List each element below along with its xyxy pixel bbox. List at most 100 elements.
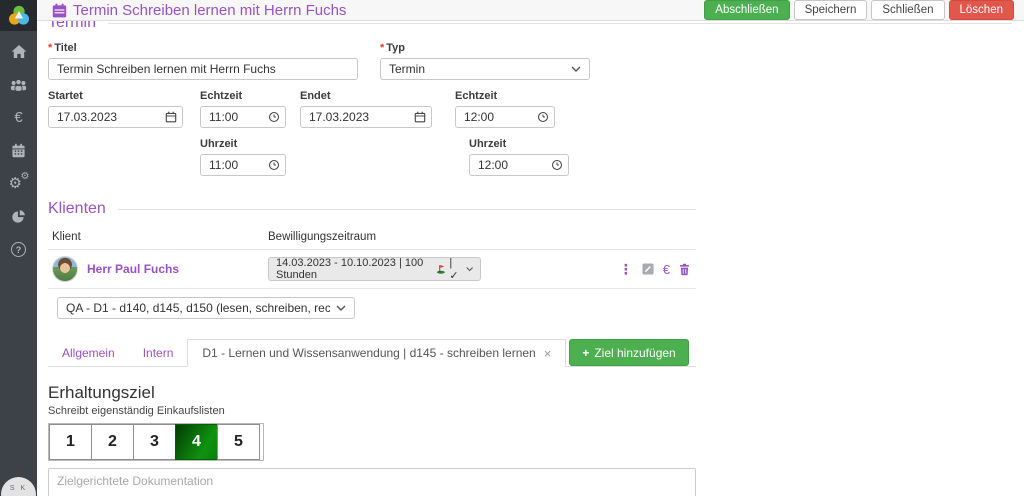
user-initials-badge[interactable]: S K [1,477,36,496]
dokumentation-textarea[interactable] [48,468,696,496]
required-asterisk: * [380,42,384,54]
sidebar-item-reports[interactable] [0,200,37,233]
startet-date-input[interactable] [48,106,183,128]
required-asterisk: * [48,42,52,54]
klienten-table-header: Klient Bewilligungszeitraum [48,224,696,249]
bewilligung-select[interactable]: 14.03.2023 - 10.10.2023 | 100 Stunden | … [268,257,481,281]
save-button[interactable]: Speichern [794,0,868,20]
titel-field-group: *Titel [48,42,358,80]
row-actions: ⋮ € [619,262,692,277]
top-header: Termin Schreiben lernen mit Herrn Fuchs … [37,0,1024,21]
rating-cell-2[interactable]: 2 [91,424,134,460]
content: Termin *Titel *Typ Termin [37,21,1024,496]
bewilligung-column-header: Bewilligungszeitraum [268,231,692,243]
tab-close-icon[interactable]: × [544,346,552,361]
echtzeit-ende-input[interactable] [455,106,555,128]
page-title-wrap: Termin Schreiben lernen mit Herrn Fuchs [52,2,346,19]
euro-icon: € [14,109,22,126]
delete-row-icon[interactable] [679,263,690,276]
sidebar-item-settings[interactable]: ⚙⚙ [0,167,37,200]
sidebar-item-finance[interactable]: € [0,101,37,134]
rating-cell-1[interactable]: 1 [49,424,92,460]
gears-icon: ⚙⚙ [10,176,28,192]
row-menu-icon[interactable]: ⋮ [619,262,633,276]
ziel-subtitle: Schreibt eigenständig Einkaufslisten [48,405,1012,417]
sidebar-item-home[interactable] [0,35,37,68]
help-icon: ? [11,242,26,257]
qa-select[interactable]: QA - D1 - d140, d145, d150 (lesen, schre… [57,297,355,319]
tab-allgemein[interactable]: Allgemein [48,339,129,366]
klient-row: Herr Paul Fuchs 14.03.2023 - 10.10.2023 … [48,249,696,289]
echtzeit-start-group: Echtzeit [200,90,286,128]
uhrzeit-ende-group: Uhrzeit [469,138,569,176]
ziel-section: Erhaltungsziel Schreibt eigenständig Ein… [48,383,1012,496]
titel-input[interactable] [48,58,358,80]
echtzeit-start-input[interactable] [200,106,286,128]
sidebar-item-help[interactable]: ? [0,233,37,266]
main-area: Termin Schreiben lernen mit Herrn Fuchs … [37,0,1024,496]
sidebar-item-calendar[interactable] [0,134,37,167]
app-logo[interactable] [0,0,37,31]
uhrzeit-ende-input[interactable] [469,154,569,176]
uhrzeit-start-label: Uhrzeit [200,138,286,150]
add-ziel-button[interactable]: + Ziel hinzufügen [569,339,688,366]
echtzeit-ende-label: Echtzeit [455,90,555,102]
startet-field-group: Startet [48,90,183,128]
dokumentation-wrap [48,468,696,496]
klienten-section: Klienten Klient Bewilligungszeitraum Her… [48,200,696,319]
sidebar-item-users[interactable] [0,68,37,101]
plus-icon: + [582,346,589,360]
goal-flag-icon [436,263,446,275]
rating-cell-5[interactable]: 5 [217,424,260,460]
uhrzeit-ende-label: Uhrzeit [469,138,569,150]
logo-icon [6,3,32,29]
uhrzeit-start-input[interactable] [200,154,286,176]
client-name-link[interactable]: Herr Paul Fuchs [87,262,179,276]
complete-button[interactable]: Abschließen [704,0,789,20]
rating-cell-4[interactable]: 4 [175,424,218,460]
section-divider [108,23,1012,24]
termin-section: Termin *Titel *Typ Termin [48,14,1012,176]
page-title: Termin Schreiben lernen mit Herrn Fuchs [73,2,346,19]
tab-intern[interactable]: Intern [129,339,188,366]
klienten-heading: Klienten [48,200,696,218]
echtzeit-start-label: Echtzeit [200,90,286,102]
rating-cell-3[interactable]: 3 [133,424,176,460]
app-window: € ⚙⚙ [0,0,1024,496]
title-calendar-icon [52,3,67,18]
chevron-down-icon [571,66,581,72]
typ-label: *Typ [380,42,590,54]
header-actions: Abschließen Speichern Schließen Löschen [704,0,1014,20]
sidebar: € ⚙⚙ [0,0,37,496]
edit-icon[interactable] [642,263,654,275]
rating-group: 1 2 3 4 5 [48,423,264,461]
sidebar-nav: € ⚙⚙ [0,31,37,266]
klienten-table: Klient Bewilligungszeitraum Herr Paul Fu… [48,224,696,289]
endet-date-input[interactable] [300,106,432,128]
uhrzeit-start-group: Uhrzeit [200,138,286,176]
billing-euro-icon[interactable]: € [663,262,670,277]
chevron-down-icon [336,305,346,311]
users-icon [10,78,27,92]
tab-active-goal[interactable]: D1 - Lernen und Wissensanwendung | d145 … [187,339,566,367]
section-divider [118,209,696,210]
chevron-down-icon [466,266,473,272]
startet-label: Startet [48,90,183,102]
pie-chart-icon [11,209,26,224]
spacer [300,138,469,176]
endet-field-group: Endet [300,90,432,128]
endet-label: Endet [300,90,432,102]
titel-label: *Titel [48,42,358,54]
ziel-heading: Erhaltungsziel [48,383,1012,403]
client-avatar[interactable] [52,256,78,282]
echtzeit-ende-group: Echtzeit [455,90,555,128]
goal-tabs: Allgemein Intern D1 - Lernen und Wissens… [48,339,696,367]
delete-button[interactable]: Löschen [949,0,1014,20]
calendar-icon [11,143,26,158]
close-button[interactable]: Schließen [871,0,944,20]
spacer [48,138,200,176]
klient-column-header: Klient [52,231,268,243]
typ-select[interactable]: Termin [380,58,590,80]
home-icon [11,44,27,59]
typ-field-group: *Typ Termin [380,42,590,80]
